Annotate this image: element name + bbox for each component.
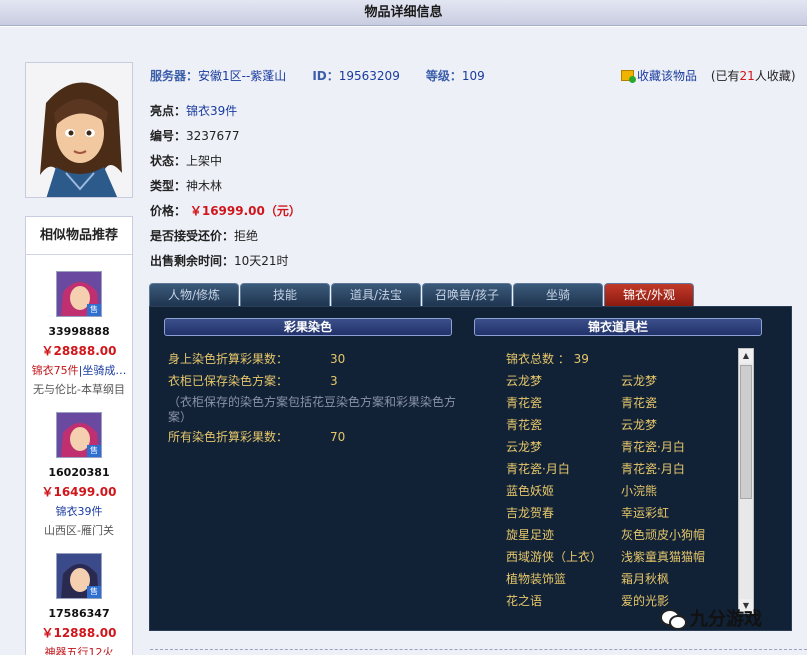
outfit-item: 云龙梦 xyxy=(621,374,658,388)
outfit-item: 云龙梦 xyxy=(506,374,543,388)
scroll-thumb[interactable] xyxy=(740,365,752,499)
outfit-item: 小浣熊 xyxy=(621,484,658,498)
outfit-item: 蓝色妖姬 xyxy=(506,484,555,498)
dye-info: 身上染色折算彩果数： 30 衣柜已保存染色方案： 3 （衣柜保存的染色方案包括花豆染… xyxy=(168,351,458,451)
watermark: 九分游戏 xyxy=(660,606,762,634)
similar-item-desc[interactable]: 神器五行12火 xyxy=(26,644,132,655)
similar-item-desc[interactable]: 锦衣75件|坐骑成… xyxy=(26,362,132,378)
tab-outfits[interactable]: 锦衣/外观 xyxy=(604,283,694,306)
footer-divider xyxy=(150,649,807,650)
sell-badge: 售 xyxy=(87,586,101,598)
similar-item-price: ￥28888.00 xyxy=(41,344,117,358)
detail-serial: 编号：3237677 xyxy=(150,129,240,143)
tab-items[interactable]: 道具/法宝 xyxy=(331,283,421,306)
detail-price: 价格： ￥16999.00（元） xyxy=(150,204,301,218)
detail-type: 类型：神木林 xyxy=(150,179,223,193)
tab-skills[interactable]: 技能 xyxy=(240,283,330,306)
outfit-item: 青花瓷 xyxy=(621,396,658,410)
level-label: 等级： xyxy=(425,69,462,83)
similar-item-id: 17586347 xyxy=(48,607,110,620)
outfit-item: 西域游侠（上衣） xyxy=(506,550,603,564)
similar-item-server: 山西区-雁门关 xyxy=(44,524,114,537)
similar-item-avatar[interactable]: 售 xyxy=(56,271,102,317)
outfit-item: 云龙梦 xyxy=(621,418,658,432)
similar-item-server: 无与伦比-本草纲目 xyxy=(33,383,125,396)
similar-item-price: ￥16499.00 xyxy=(41,485,117,499)
outfit-item: 青花瓷 xyxy=(506,418,543,432)
server-value: 安徽1区--紫蓬山 xyxy=(198,69,287,83)
favorite-folder-icon[interactable] xyxy=(621,70,636,83)
server-label: 服务器： xyxy=(150,69,199,83)
outfit-item: 幸运彩虹 xyxy=(621,506,670,520)
id-label: ID： xyxy=(312,69,339,83)
outfit-item: 植物装饰篮 xyxy=(506,572,567,586)
outfit-item: 青花瓷·月白 xyxy=(621,440,685,454)
account-summary: 服务器：安徽1区--紫蓬山 ID：19563209 等级：109 xyxy=(150,67,485,84)
outfit-item: 青花瓷·月白 xyxy=(621,462,685,476)
outfit-item: 青花瓷 xyxy=(506,396,543,410)
divider xyxy=(0,26,807,27)
outfit-item: 青花瓷·月白 xyxy=(506,462,570,476)
tab-summons[interactable]: 召唤兽/孩子 xyxy=(422,283,512,306)
outfit-item: 霜月秋枫 xyxy=(621,572,670,586)
favorite-link[interactable]: 收藏该物品 xyxy=(637,69,697,83)
dye-all-row: 所有染色折算彩果数： 70 xyxy=(168,430,346,444)
dye-section-header: 彩果染色 xyxy=(164,318,452,336)
similar-items-title: 相似物品推荐 xyxy=(26,217,132,255)
similar-item-3[interactable]: 售 17586347 ￥12888.00 神器五行12火 xyxy=(26,537,132,655)
wechat-icon xyxy=(660,607,687,630)
favorite-count: (已有21人收藏) xyxy=(710,69,796,83)
detail-tabs: 人物/修炼 技能 道具/法宝 召唤兽/孩子 坐骑 锦衣/外观 xyxy=(149,283,695,306)
similar-items-panel: 相似物品推荐 售 33998888 ￥28888.00 锦衣75件|坐骑成… 无… xyxy=(25,216,133,655)
outfit-total: 锦衣总数 ： 39 xyxy=(506,352,589,366)
page-title: 物品详细信息 xyxy=(364,5,443,20)
dye-body-row: 身上染色折算彩果数： 30 xyxy=(168,352,346,366)
sell-badge: 售 xyxy=(87,304,101,316)
tab-mounts[interactable]: 坐骑 xyxy=(513,283,603,306)
item-details: 亮点：锦衣39件 编号：3237677 状态：上架中 类型：神木林 价格： ￥1… xyxy=(150,102,301,277)
favorite-area: 收藏该物品 (已有21人收藏) xyxy=(621,67,796,84)
outfit-grid: 云龙梦 云龙梦 青花瓷 青花瓷 青花瓷 云龙梦 云龙梦 青花瓷·月白 青花瓷·月… xyxy=(506,373,734,615)
detail-status: 状态：上架中 xyxy=(150,154,223,168)
outfit-panel: 彩果染色 锦衣道具栏 身上染色折算彩果数： 30 衣柜已保存染色方案： 3 （衣柜保… xyxy=(149,306,792,631)
similar-item-1[interactable]: 售 33998888 ￥28888.00 锦衣75件|坐骑成… 无与伦比-本草纲… xyxy=(26,255,132,396)
similar-item-id: 16020381 xyxy=(48,466,110,479)
detail-remaining: 出售剩余时间：10天21时 xyxy=(150,254,289,268)
outfit-item: 旋星足迹 xyxy=(506,528,555,542)
detail-highlight: 亮点：锦衣39件 xyxy=(150,104,238,118)
outfit-scrollbar[interactable]: ▲ ▼ xyxy=(738,348,754,614)
similar-item-avatar[interactable]: 售 xyxy=(56,553,102,599)
level-value: 109 xyxy=(461,69,485,83)
outfit-item: 吉龙贺春 xyxy=(506,506,555,520)
tab-character[interactable]: 人物/修炼 xyxy=(149,283,239,306)
outfit-item: 云龙梦 xyxy=(506,440,543,454)
outfit-item: 灰色顽皮小狗帽 xyxy=(621,528,706,542)
page-title-bar: 物品详细信息 xyxy=(0,0,807,26)
dye-wardrobe-row: 衣柜已保存染色方案： 3 xyxy=(168,374,338,388)
character-portrait-image xyxy=(26,63,132,197)
character-avatar xyxy=(25,62,133,198)
sell-badge: 售 xyxy=(87,445,101,457)
similar-item-price: ￥12888.00 xyxy=(41,626,117,640)
outfit-item: 花之语 xyxy=(506,594,543,608)
similar-item-desc[interactable]: 锦衣39件 xyxy=(26,503,132,519)
outfit-item: 浅紫童真猫猫帽 xyxy=(621,550,706,564)
scroll-up-icon[interactable]: ▲ xyxy=(739,349,753,363)
outfit-list: 锦衣总数 ： 39 云龙梦 云龙梦 青花瓷 青花瓷 青花瓷 云龙梦 云龙梦 青花… xyxy=(506,351,734,615)
similar-item-avatar[interactable]: 售 xyxy=(56,412,102,458)
dye-note: （衣柜保存的染色方案包括花豆染色方案和彩果染色方案） xyxy=(168,395,457,424)
id-value: 19563209 xyxy=(338,69,400,83)
detail-bargain: 是否接受还价：拒绝 xyxy=(150,229,259,243)
outfit-bar-header: 锦衣道具栏 xyxy=(474,318,762,336)
similar-item-2[interactable]: 售 16020381 ￥16499.00 锦衣39件 山西区-雁门关 xyxy=(26,396,132,537)
similar-item-id: 33998888 xyxy=(48,325,110,338)
